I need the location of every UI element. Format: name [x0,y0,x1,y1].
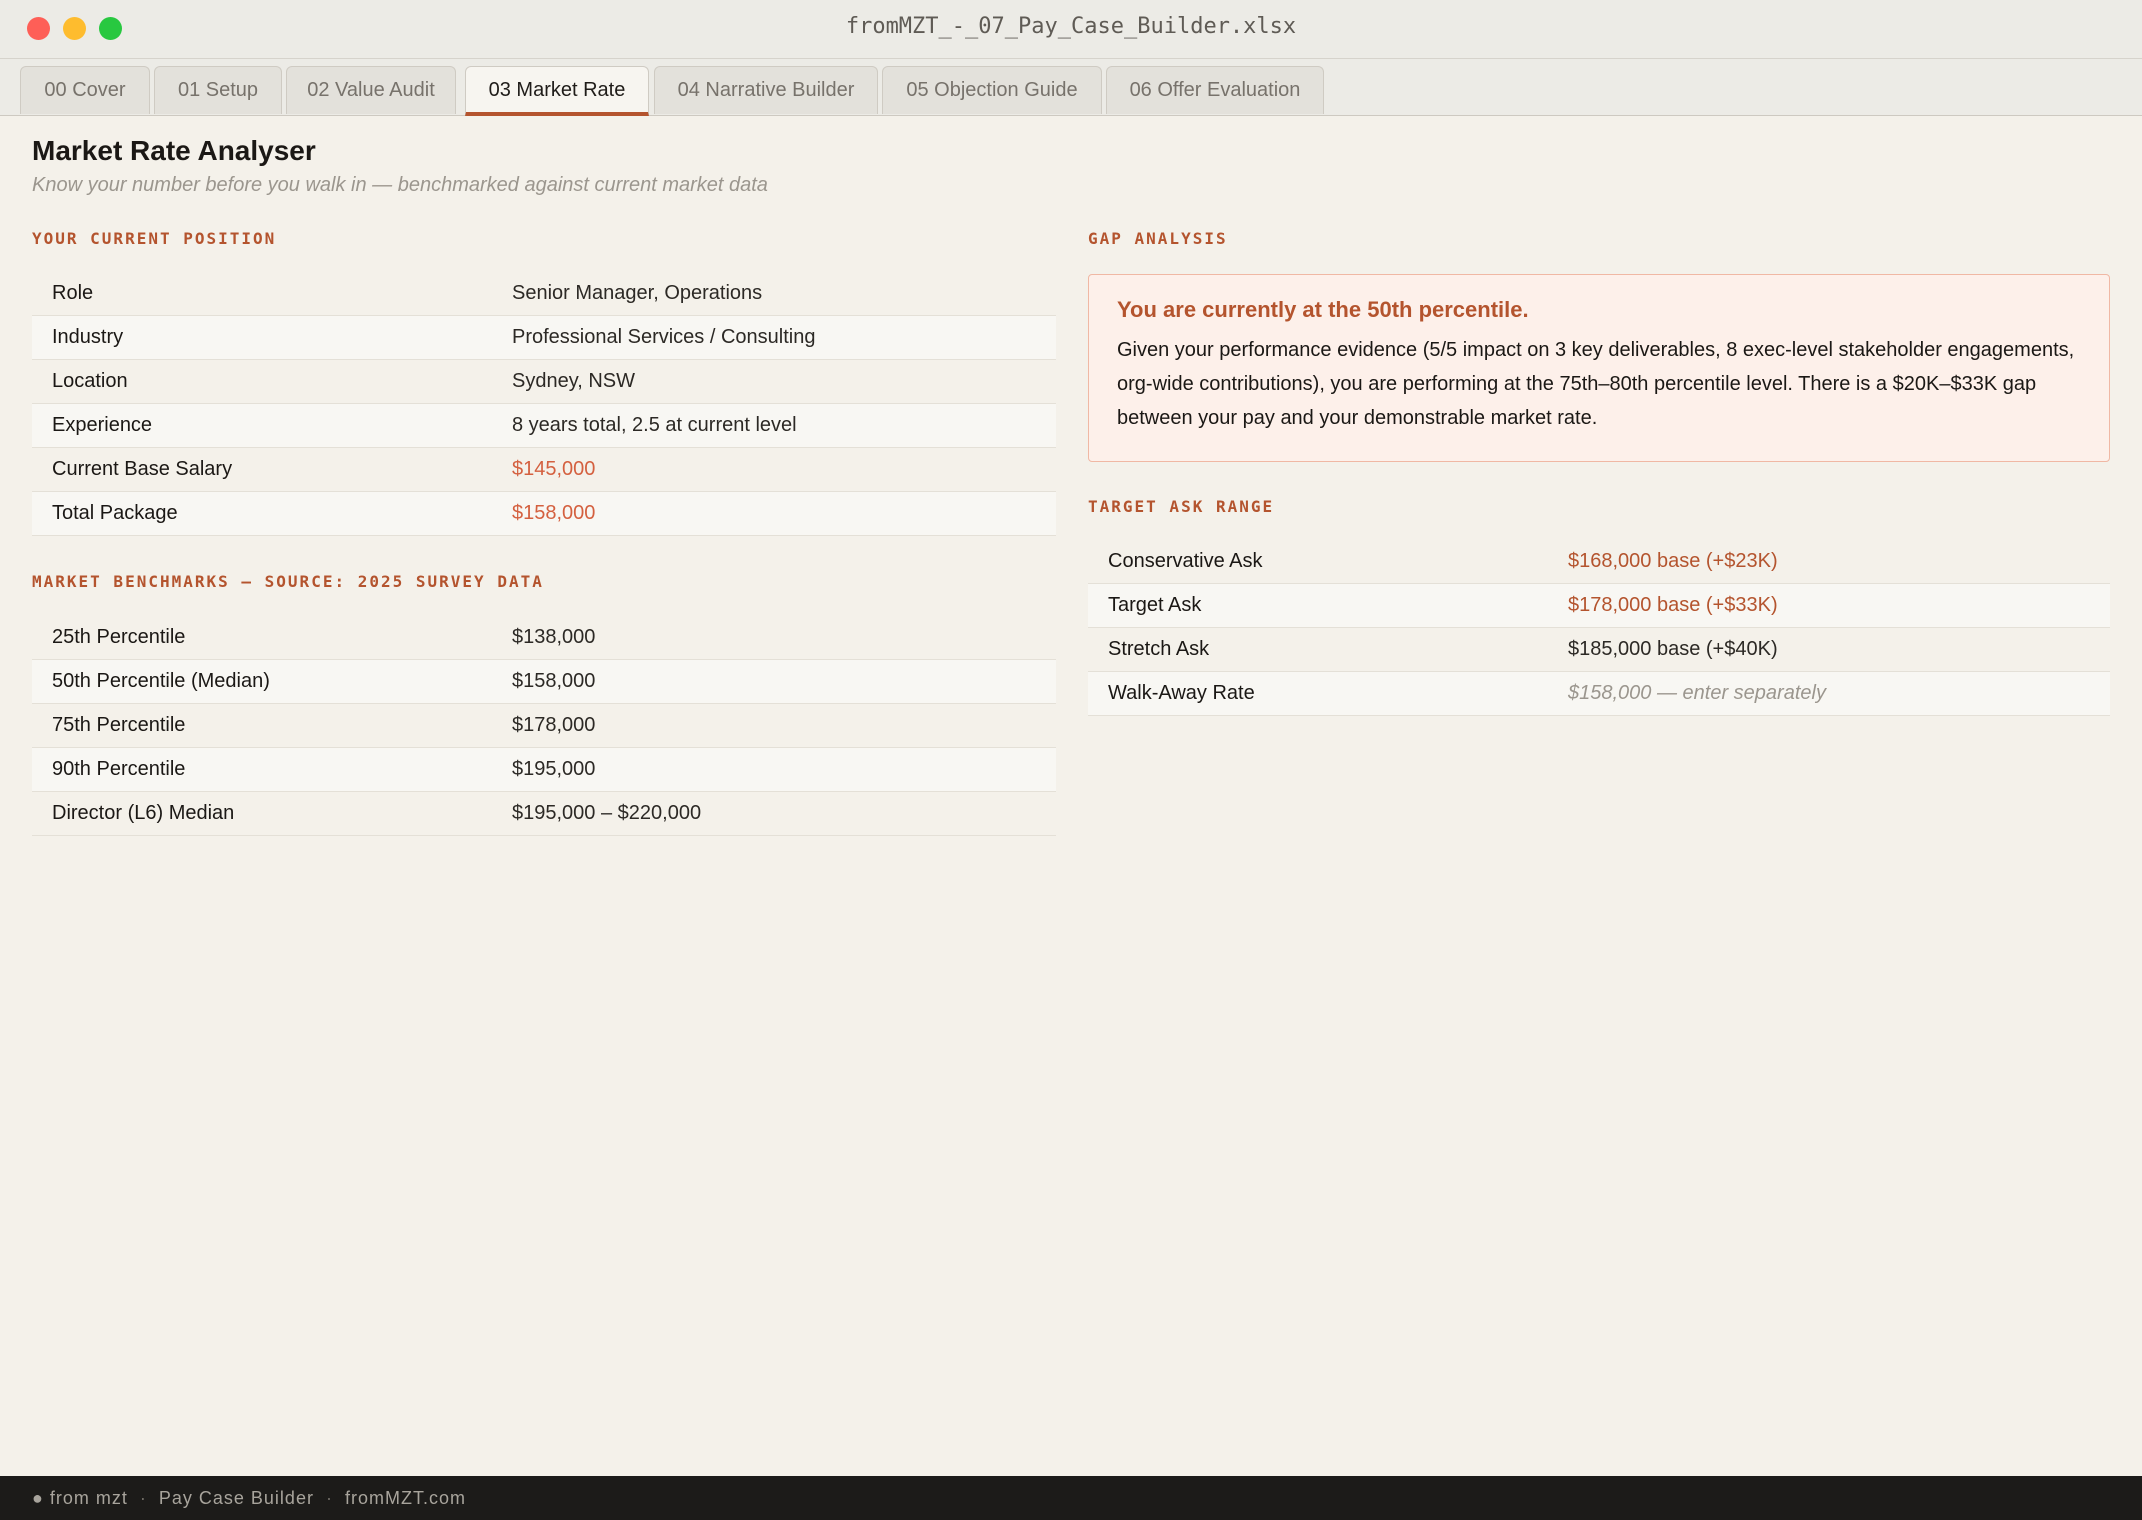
row-value-conservative-ask[interactable]: $168,000 base (+$23K) [1568,540,1778,583]
row-value-industry[interactable]: Professional Services / Consulting [512,316,815,359]
row-label-total-package: Total Package [52,502,178,524]
row-value-75th-percentile[interactable]: $178,000 [512,704,595,747]
market-benchmarks-heading: MARKET BENCHMARKS — SOURCE: 2025 SURVEY … [32,572,544,591]
row-label-25th-percentile: 25th Percentile [52,626,186,648]
table-row: 90th Percentile $195,000 [32,748,1056,792]
table-row: Industry Professional Services / Consult… [32,316,1056,360]
row-value-location[interactable]: Sydney, NSW [512,360,635,403]
row-label-75th-percentile: 75th Percentile [52,714,186,736]
tab-narrative-builder[interactable]: 04 Narrative Builder [654,66,878,114]
row-value-stretch-ask[interactable]: $185,000 base (+$40K) [1568,628,1778,671]
table-row: 75th Percentile $178,000 [32,704,1056,748]
row-label-walk-away-rate: Walk-Away Rate [1108,682,1255,704]
gap-analysis-body: Given your performance evidence (5/5 imp… [1117,339,2075,429]
row-label-stretch-ask: Stretch Ask [1108,638,1210,660]
row-label-90th-percentile: 90th Percentile [52,758,186,780]
row-value-experience[interactable]: 8 years total, 2.5 at current level [512,404,797,447]
footer-product: Pay Case Builder [158,1488,314,1508]
gap-analysis-callout: You are currently at the 50th percentile… [1088,274,2110,462]
footer-bar: ● from mzt · Pay Case Builder · fromMZT.com [0,1476,2142,1520]
table-row: 25th Percentile $138,000 [32,616,1056,660]
row-label-industry: Industry [52,326,124,348]
row-label-experience: Experience [52,414,153,436]
market-benchmarks-table: 25th Percentile $138,000 50th Percentile… [32,616,1056,836]
window-titlebar: fromMZT_-_07_Pay_Case_Builder.xlsx [0,0,2142,59]
row-label-target-ask: Target Ask [1108,594,1202,616]
row-value-target-ask[interactable]: $178,000 base (+$33K) [1568,584,1778,627]
row-label-50th-percentile: 50th Percentile (Median) [52,670,270,692]
table-row: Target Ask $178,000 base (+$33K) [1088,584,2110,628]
row-value-director-median[interactable]: $195,000 – $220,000 [512,792,701,835]
table-row: Experience 8 years total, 2.5 at current… [32,404,1056,448]
row-label-director-median: Director (L6) Median [52,802,235,824]
tab-objection-guide[interactable]: 05 Objection Guide [882,66,1102,114]
table-row: 50th Percentile (Median) $158,000 [32,660,1056,704]
sheet-tab-bar: 00 Cover 01 Setup 02 Value Audit 03 Mark… [0,59,2142,116]
table-row: Walk-Away Rate $158,000 — enter separate… [1088,672,2110,716]
row-value-role[interactable]: Senior Manager, Operations [512,272,762,315]
row-value-current-base-salary[interactable]: $145,000 [512,448,595,491]
row-label-role: Role [52,282,94,304]
row-label-location: Location [52,370,128,392]
row-value-50th-percentile[interactable]: $158,000 [512,660,595,703]
gap-analysis-headline: You are currently at the 50th percentile… [1117,297,1529,322]
window-title: fromMZT_-_07_Pay_Case_Builder.xlsx [845,14,1297,39]
table-row: Conservative Ask $168,000 base (+$23K) [1088,540,2110,584]
page-subtitle: Know your number before you walk in — be… [32,174,768,196]
row-value-25th-percentile[interactable]: $138,000 [512,616,595,659]
target-ask-heading: TARGET ASK RANGE [1088,497,1275,516]
row-value-90th-percentile[interactable]: $195,000 [512,748,595,791]
table-row: Role Senior Manager, Operations [32,272,1056,316]
page-title: Market Rate Analyser [32,135,316,166]
row-value-walk-away-rate[interactable]: $158,000 — enter separately [1568,672,1826,715]
current-position-heading: YOUR CURRENT POSITION [32,229,277,248]
tab-market-rate[interactable]: 03 Market Rate [465,66,649,116]
footer-separator: · [139,1488,147,1508]
gap-analysis-heading: GAP ANALYSIS [1088,229,1228,248]
footer-separator: · [325,1488,333,1508]
footer-brand: ● from mzt [32,1488,128,1508]
row-value-total-package[interactable]: $158,000 [512,492,595,535]
current-position-table: Role Senior Manager, Operations Industry… [32,272,1056,536]
target-ask-table: Conservative Ask $168,000 base (+$23K) T… [1088,540,2110,716]
table-row: Location Sydney, NSW [32,360,1056,404]
footer-site-link[interactable]: fromMZT.com [345,1488,466,1508]
tab-cover[interactable]: 00 Cover [20,66,150,114]
table-row: Director (L6) Median $195,000 – $220,000 [32,792,1056,836]
table-row: Current Base Salary $145,000 [32,448,1056,492]
tab-setup[interactable]: 01 Setup [154,66,282,114]
row-label-conservative-ask: Conservative Ask [1108,550,1263,572]
row-label-current-base-salary: Current Base Salary [52,458,233,480]
table-row: Total Package $158,000 [32,492,1056,536]
footer-content: ● from mzt · Pay Case Builder · fromMZT.com [32,1476,466,1520]
tab-offer-evaluation[interactable]: 06 Offer Evaluation [1106,66,1324,114]
tab-value-audit[interactable]: 02 Value Audit [286,66,456,114]
table-row: Stretch Ask $185,000 base (+$40K) [1088,628,2110,672]
